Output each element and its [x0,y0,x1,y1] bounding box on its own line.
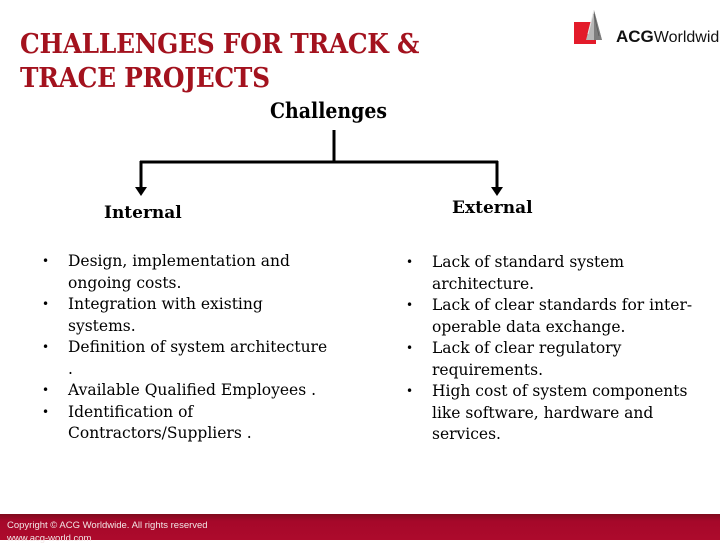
acg-pyramid-logo-icon [574,10,602,44]
list-item: Lack of standard system architecture. [394,252,694,295]
footer-bar: Copyright © ACG Worldwide. All rights re… [0,514,720,544]
list-item: Identification of Contractors/Suppliers … [30,402,330,445]
slide-title: CHALLENGES FOR TRACK & TRACE PROJECTS [20,29,420,94]
internal-branch-label: Internal [104,203,182,223]
list-item: Lack of clear regulatory requirements. [394,338,694,381]
list-item: Available Qualified Employees . [30,380,330,402]
footer-copyright: Copyright © ACG Worldwide. All rights re… [7,520,208,531]
internal-arrow-head [135,187,147,196]
list-item: Integration with existing systems. [30,294,330,337]
list-item: Design, implementation and ongoing costs… [30,251,330,294]
list-item: Definition of system architecture . [30,337,330,380]
diagram-root-label: Challenges [270,98,388,123]
internal-challenges-list: Design, implementation and ongoing costs… [30,251,330,445]
external-arrow-head [491,187,503,196]
external-branch-label: External [452,198,533,218]
company-logo: ACGWorldwide [572,4,720,50]
list-item: Lack of clear standards for inter-operab… [394,295,694,338]
logo-wordmark: ACGWorldwide [616,27,720,46]
footer-url: www.acg-world.com [7,533,92,544]
list-item: High cost of system components like soft… [394,381,694,446]
external-challenges-list: Lack of standard system architecture. La… [394,252,694,446]
